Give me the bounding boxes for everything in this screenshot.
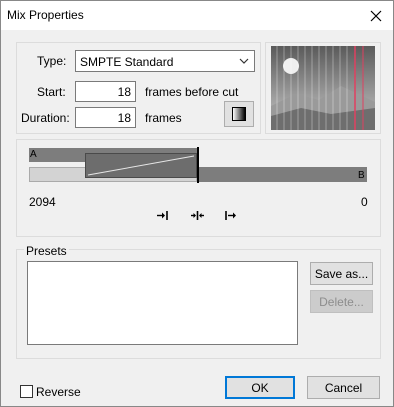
title-bar: Mix Properties [1, 1, 393, 30]
preview-image [271, 46, 375, 130]
cancel-button[interactable]: Cancel [307, 376, 380, 399]
start-input[interactable]: 18 [75, 81, 136, 102]
mix-properties-dialog: Mix Properties Type: SMPTE Standard Star… [0, 0, 394, 407]
presets-list[interactable] [27, 261, 298, 345]
track-b-bar[interactable] [197, 167, 367, 182]
gradient-button[interactable] [224, 101, 254, 127]
cut-marker[interactable] [197, 147, 199, 183]
duration-label: Duration: [21, 111, 70, 125]
save-as-button[interactable]: Save as... [310, 262, 373, 285]
type-select[interactable]: SMPTE Standard [75, 50, 255, 72]
track-a-label: A [30, 149, 37, 160]
align-right-icon[interactable] [224, 210, 237, 221]
chevron-down-icon [239, 58, 249, 64]
transition-block[interactable] [85, 153, 197, 178]
timeline-left-value: 2094 [29, 195, 56, 209]
timeline-right-value: 0 [361, 195, 368, 209]
close-icon [370, 10, 382, 21]
transition-ramp [87, 155, 195, 176]
type-select-value: SMPTE Standard [80, 55, 174, 69]
start-label: Start: [37, 85, 66, 99]
reverse-checkbox[interactable] [20, 385, 33, 398]
close-button[interactable] [359, 1, 393, 30]
align-left-icon[interactable] [156, 210, 169, 221]
duration-suffix: frames [145, 111, 182, 125]
presets-label: Presets [24, 244, 69, 258]
gradient-icon [232, 107, 246, 121]
track-b-label: B [358, 170, 365, 181]
duration-input[interactable]: 18 [75, 107, 136, 128]
window-title: Mix Properties [7, 8, 84, 22]
reverse-label: Reverse [36, 385, 81, 399]
delete-button[interactable]: Delete... [310, 290, 373, 313]
align-center-icon[interactable] [190, 210, 205, 221]
ok-button[interactable]: OK [225, 376, 295, 399]
type-label: Type: [37, 54, 67, 68]
start-suffix: frames before cut [145, 85, 239, 99]
